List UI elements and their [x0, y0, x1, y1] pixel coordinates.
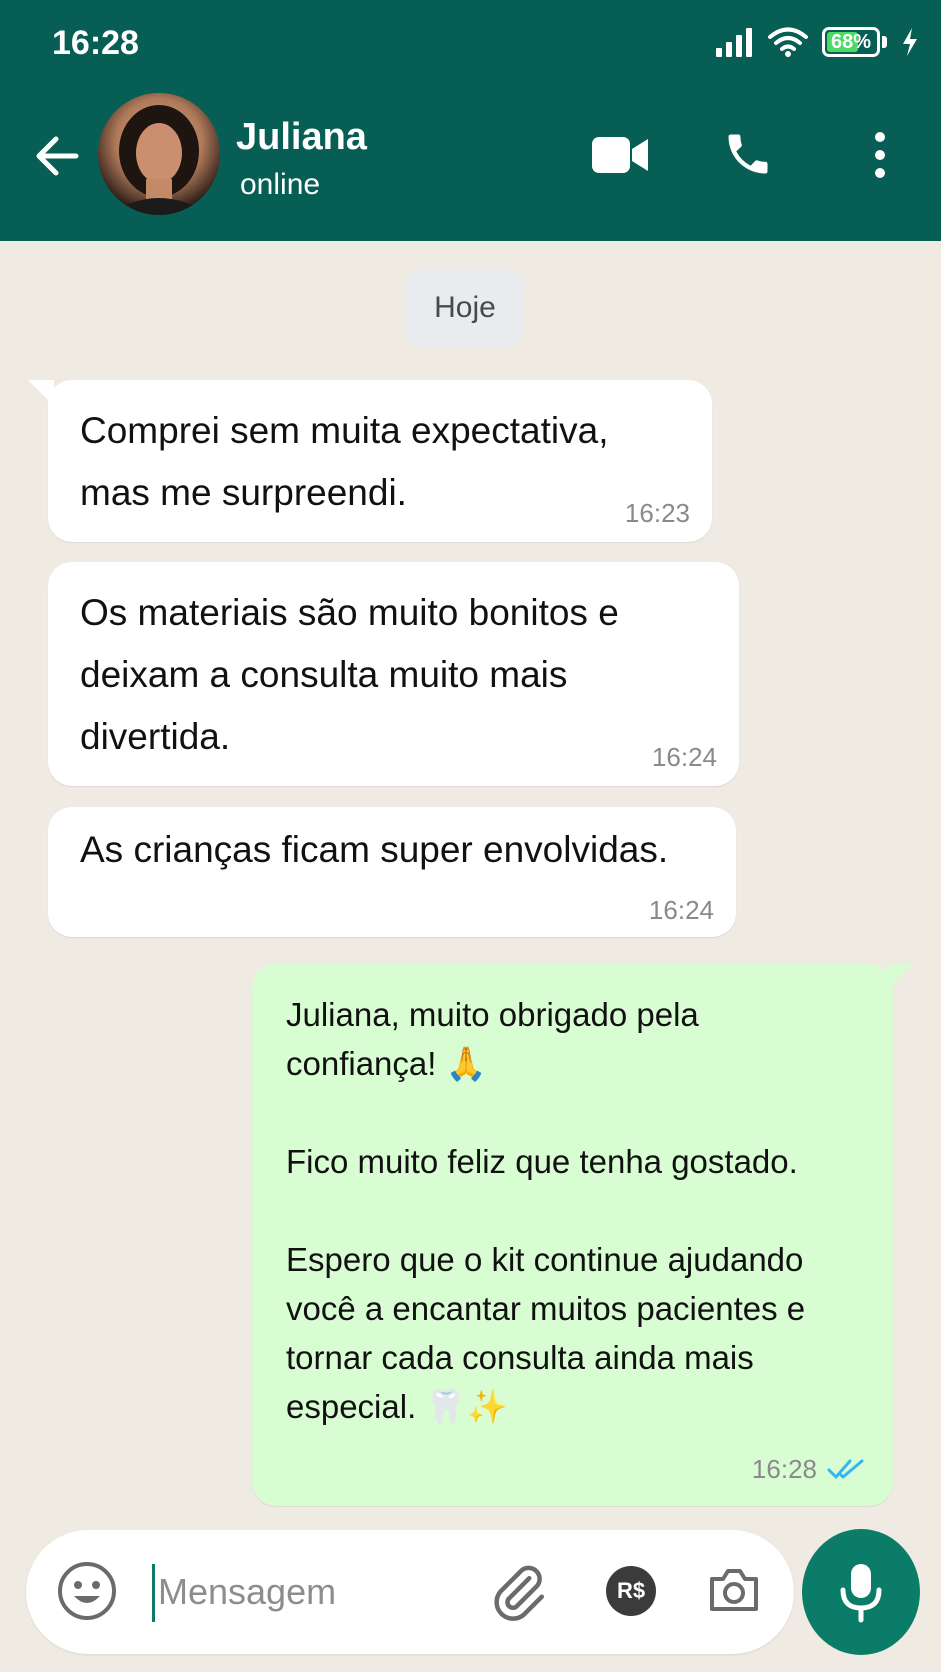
message-text: Os materiais são muito bonitos e deixam …: [80, 592, 619, 757]
message-time: 16:23: [624, 498, 690, 528]
video-call-icon[interactable]: [590, 134, 650, 176]
charging-icon: [903, 28, 917, 56]
message-outgoing[interactable]: Juliana, muito obrigado pela confiança! …: [252, 964, 913, 1506]
message-meta: 16:28: [752, 1454, 865, 1484]
payment-icon[interactable]: R$: [606, 1566, 656, 1616]
more-options-icon[interactable]: [868, 130, 892, 180]
camera-icon[interactable]: [706, 1562, 762, 1618]
contact-status: online: [240, 168, 321, 201]
message-meta: 16:23: [625, 498, 690, 528]
back-arrow-icon[interactable]: [28, 126, 88, 186]
message-meta: 16:24: [652, 742, 717, 772]
status-time: 16:28: [52, 24, 139, 62]
attach-icon[interactable]: [488, 1562, 548, 1622]
microphone-icon: [840, 1564, 882, 1623]
message-time: 16:24: [648, 895, 714, 925]
message-input[interactable]: [158, 1560, 458, 1624]
message-text: As crianças ficam super envolvidas.: [80, 829, 669, 870]
status-icons: 68%: [714, 26, 919, 58]
date-chip: Hoje: [406, 269, 524, 347]
message-time: 16:24: [651, 742, 717, 772]
message-text: Comprei sem muita expectativa, mas me su…: [80, 410, 609, 513]
battery-cap: [882, 36, 887, 48]
bubble-tail: [887, 964, 913, 990]
message-text: Juliana, muito obrigado pela confiança! …: [286, 996, 806, 1425]
bubble-tail: [28, 380, 54, 406]
signal-icon: [716, 28, 752, 57]
contact-name[interactable]: Juliana: [236, 116, 367, 159]
message-time: 16:28: [751, 1454, 817, 1484]
chat-area[interactable]: Hoje Comprei sem muita expectativa, mas …: [0, 241, 941, 1531]
message-incoming[interactable]: Os materiais são muito bonitos e deixam …: [48, 562, 739, 786]
contact-avatar[interactable]: [98, 93, 220, 215]
app-header: 16:28 68% Juliana online: [0, 0, 941, 241]
message-incoming[interactable]: As crianças ficam super envolvidas. 16:2…: [48, 807, 736, 937]
read-ticks-icon: [827, 1459, 864, 1479]
phone-call-icon[interactable]: [722, 128, 774, 180]
emoji-icon[interactable]: [56, 1560, 118, 1622]
message-meta: 16:24: [649, 895, 714, 925]
battery-percent: 68%: [830, 30, 872, 53]
battery-indicator: 68%: [822, 27, 880, 57]
message-composer: R$: [26, 1530, 794, 1654]
text-caret: [152, 1564, 155, 1622]
microphone-button[interactable]: [802, 1529, 920, 1655]
wifi-icon: [768, 27, 808, 57]
message-incoming[interactable]: Comprei sem muita expectativa, mas me su…: [28, 380, 712, 542]
